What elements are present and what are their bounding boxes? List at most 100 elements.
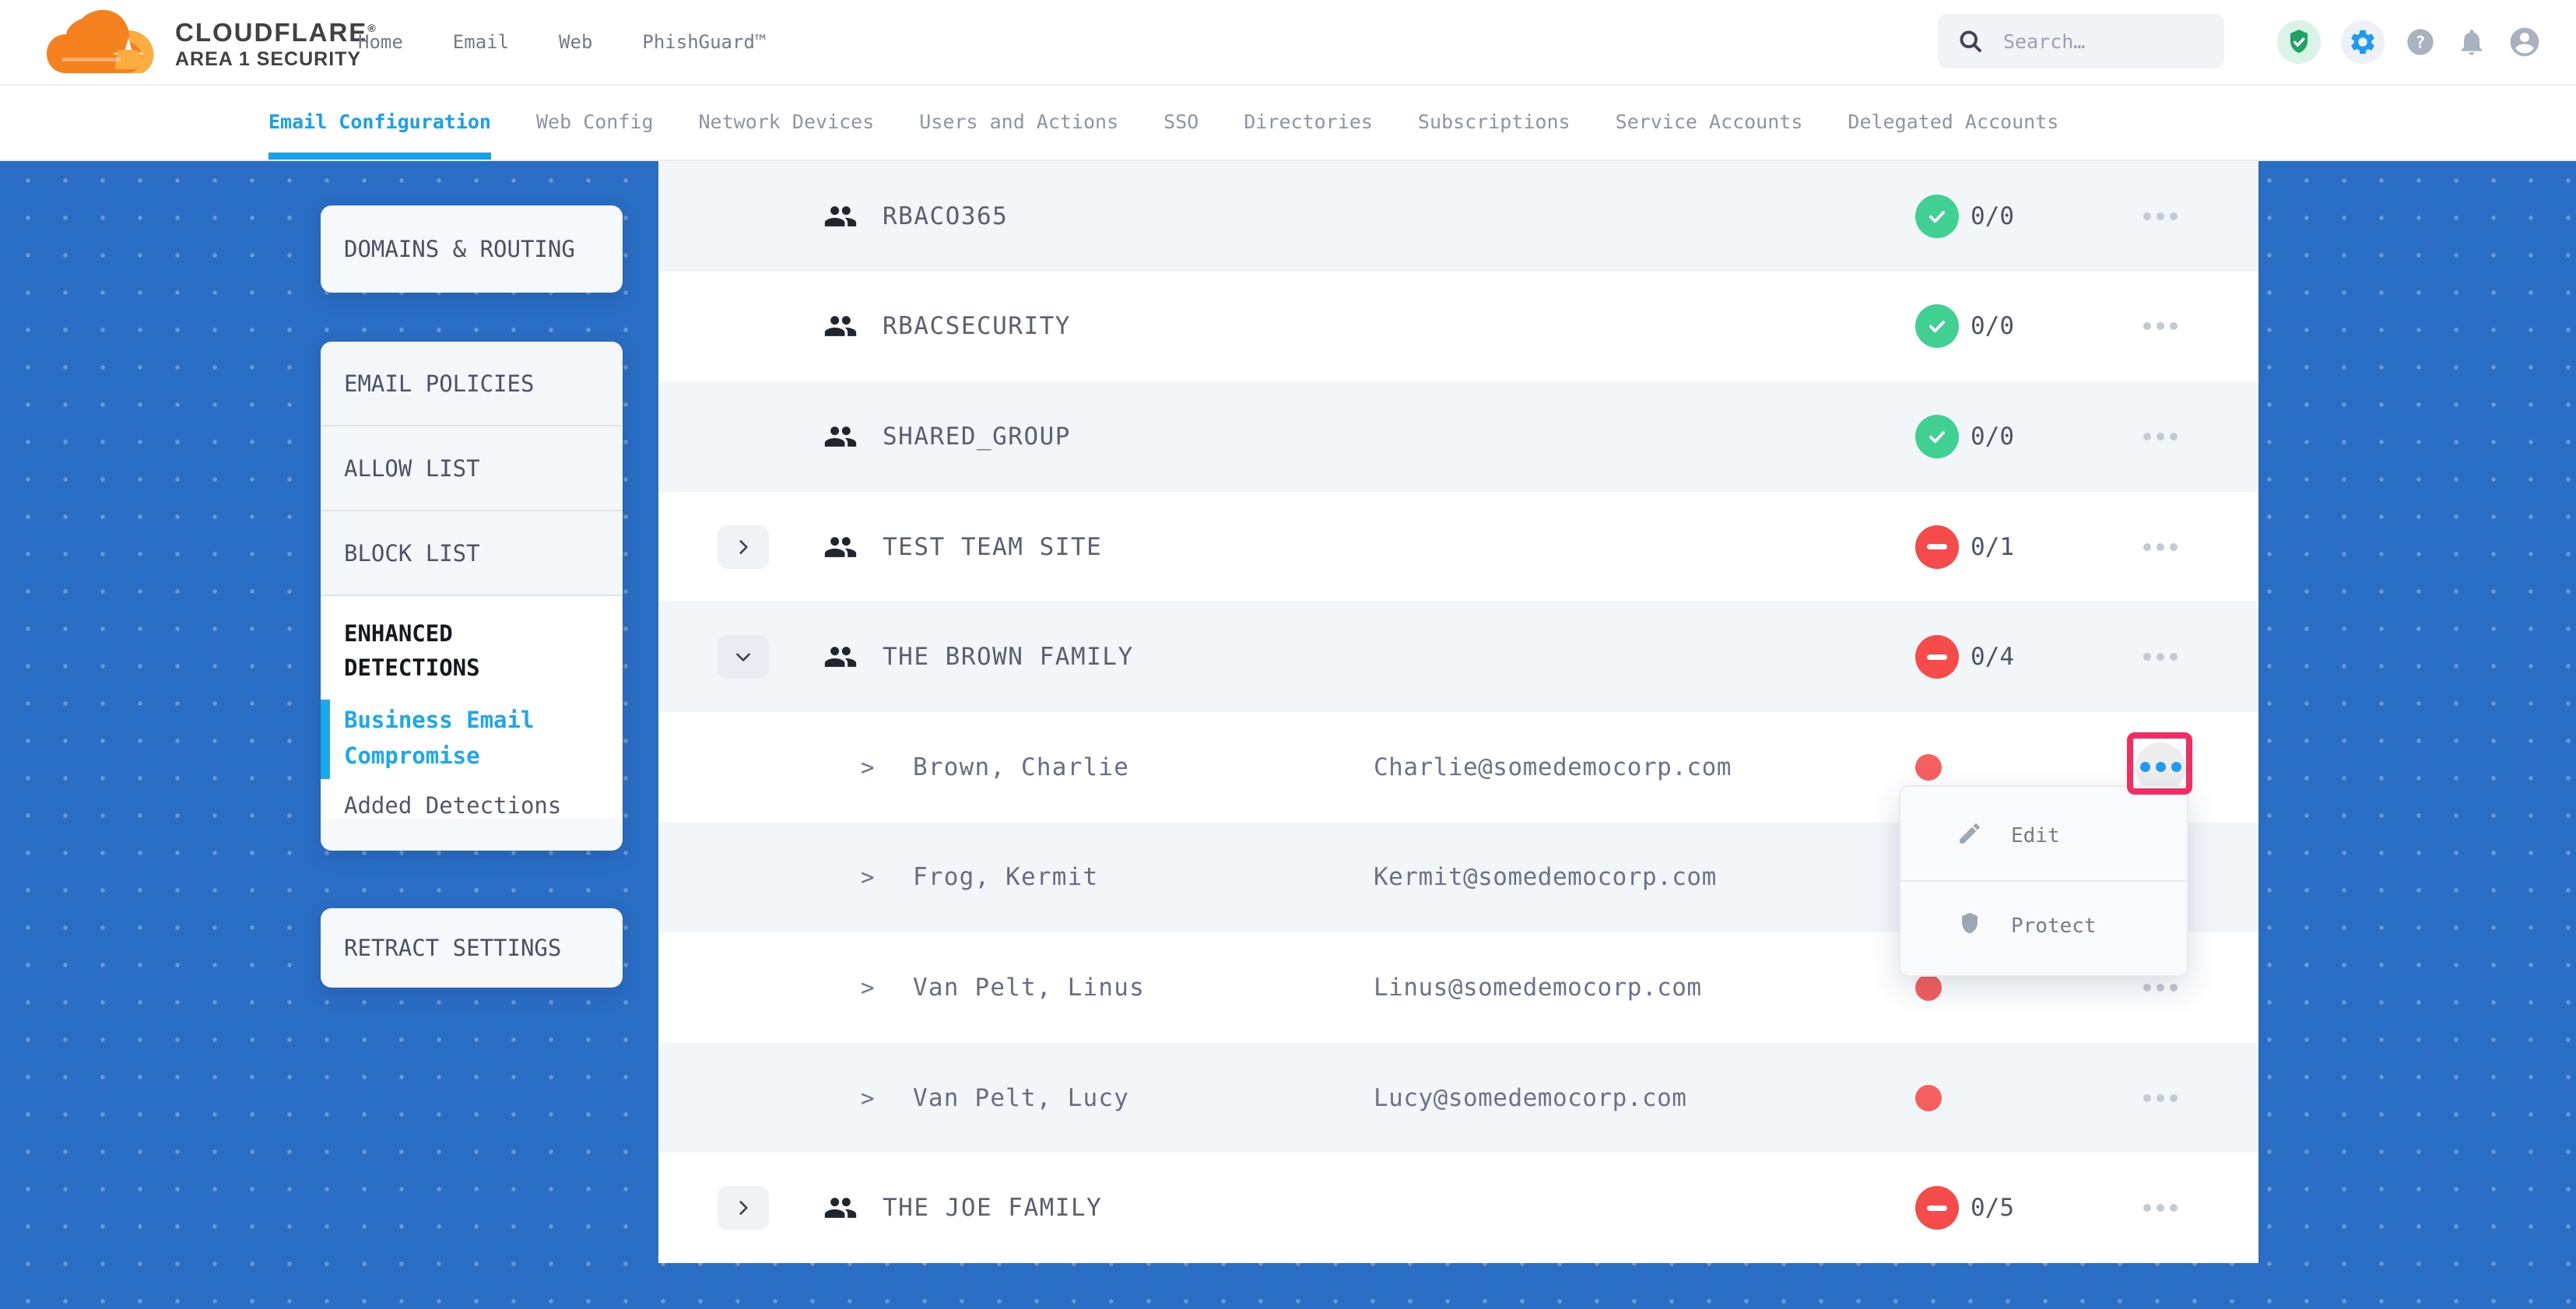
member-name: Van Pelt, Linus bbox=[913, 974, 1145, 1002]
row-menu-button[interactable] bbox=[2136, 632, 2185, 682]
tab-users-and-actions[interactable]: Users and Actions bbox=[919, 84, 1118, 160]
tab-service-accounts[interactable]: Service Accounts bbox=[1616, 84, 1803, 160]
group-icon bbox=[823, 419, 858, 454]
sidebar-item-block-list[interactable]: BLOCK LIST bbox=[321, 511, 623, 596]
top-header: CLOUDFLARE® AREA 1 SECURITY Home Email Web… bbox=[0, 0, 2576, 86]
row-menu-button[interactable] bbox=[2136, 412, 2185, 461]
dot-glyph bbox=[2157, 653, 2164, 661]
sidebar-item-allow-list[interactable]: ALLOW LIST bbox=[321, 426, 623, 511]
member-chevron-icon[interactable]: > bbox=[861, 754, 874, 781]
tab-delegated-accounts[interactable]: Delegated Accounts bbox=[1848, 84, 2058, 160]
tab-sso[interactable]: SSO bbox=[1163, 84, 1199, 160]
group-name: SHARED_GROUP bbox=[883, 423, 1071, 451]
protected-count: 0/0 bbox=[1971, 202, 2014, 230]
sidebar-item-added-detections[interactable]: Added Detections bbox=[344, 792, 599, 819]
status-badge bbox=[1915, 304, 1959, 348]
tab-network-devices[interactable]: Network Devices bbox=[699, 84, 875, 160]
header-icon-cluster: ? bbox=[2277, 0, 2542, 84]
menu-item-protect[interactable]: Protect bbox=[1900, 882, 2187, 970]
dot-glyph bbox=[2170, 1204, 2178, 1212]
menu-item-edit[interactable]: Edit bbox=[1900, 791, 2187, 880]
tab-web-config[interactable]: Web Config bbox=[536, 84, 654, 160]
primary-nav-link-web[interactable]: Web bbox=[559, 31, 592, 53]
dot-glyph bbox=[2143, 433, 2151, 440]
dot-glyph bbox=[2143, 1094, 2151, 1102]
sidebar-policies-card: EMAIL POLICIESALLOW LISTBLOCK LIST ENHAN… bbox=[321, 342, 623, 851]
menu-item-label: Protect bbox=[2011, 914, 2097, 938]
page-background: CLOUDFLARE® AREA 1 SECURITY Home Email Web… bbox=[0, 0, 2576, 1309]
status-badge bbox=[1915, 525, 1959, 569]
minus-glyph bbox=[1927, 544, 1947, 549]
primary-nav-link-phishguard-[interactable]: PhishGuard™ bbox=[642, 31, 766, 53]
search-input[interactable] bbox=[2002, 30, 2192, 54]
dot-glyph bbox=[2157, 984, 2164, 991]
member-email: Kermit@somedemocorp.com bbox=[1374, 863, 1717, 891]
row-menu-button[interactable] bbox=[2136, 522, 2185, 572]
row-menu-button[interactable] bbox=[2136, 301, 2185, 351]
sidebar-item-enhanced-detections[interactable]: ENHANCED DETECTIONS bbox=[344, 616, 599, 685]
protected-count: 0/0 bbox=[1971, 312, 2014, 340]
enhanced-detections-section: ENHANCED DETECTIONS Business Email Compr… bbox=[321, 596, 623, 819]
dot-glyph bbox=[2170, 543, 2178, 551]
dot-glyph bbox=[2157, 543, 2164, 551]
menu-item-label: Edit bbox=[2011, 824, 2060, 848]
dot-glyph bbox=[2157, 212, 2164, 220]
tab-subscriptions[interactable]: Subscriptions bbox=[1418, 84, 1571, 160]
search-box[interactable] bbox=[1938, 14, 2224, 68]
member-status-dot bbox=[1915, 754, 1942, 781]
sidebar-item-domains-routing[interactable]: DOMAINS & ROUTING bbox=[321, 205, 623, 293]
help-icon[interactable]: ? bbox=[2405, 26, 2436, 58]
group-name: TEST TEAM SITE bbox=[883, 533, 1102, 561]
primary-nav-link-email[interactable]: Email bbox=[453, 31, 509, 53]
tab-directories[interactable]: Directories bbox=[1244, 84, 1373, 160]
brand-subtitle: AREA 1 SECURITY bbox=[175, 47, 377, 71]
table-row: RBACSECURITY 0/0 bbox=[658, 272, 2258, 382]
minus-glyph bbox=[1927, 654, 1947, 660]
member-chevron-icon[interactable]: > bbox=[861, 974, 874, 1001]
group-name: RBACO365 bbox=[883, 202, 1008, 230]
bell-icon[interactable] bbox=[2456, 26, 2487, 58]
protected-count: 0/1 bbox=[1971, 533, 2014, 561]
row-menu-button[interactable] bbox=[2136, 191, 2185, 241]
status-badge bbox=[1915, 635, 1959, 679]
sidebar-item-email-policies[interactable]: EMAIL POLICIES bbox=[321, 342, 623, 426]
brand-logo: CLOUDFLARE® AREA 1 SECURITY bbox=[43, 3, 377, 81]
table-row: SHARED_GROUP0/0 bbox=[658, 381, 2258, 492]
brand-text: CLOUDFLARE® AREA 1 SECURITY bbox=[175, 13, 377, 71]
group-icon bbox=[823, 199, 858, 233]
member-chevron-icon[interactable]: > bbox=[861, 1085, 874, 1111]
dot-glyph bbox=[2143, 653, 2151, 661]
member-email: Linus@somedemocorp.com bbox=[1374, 974, 1702, 1002]
shield-icon bbox=[1928, 911, 1983, 942]
expand-button[interactable] bbox=[718, 1186, 769, 1230]
member-name: Frog, Kermit bbox=[913, 863, 1098, 891]
shield-check-icon[interactable] bbox=[2277, 20, 2321, 64]
secondary-nav: Email Configuration Web Config Network Dev… bbox=[0, 84, 2576, 161]
sidebar-label: RETRACT SETTINGS bbox=[321, 935, 561, 961]
collapse-button[interactable] bbox=[718, 635, 769, 679]
svg-text:?: ? bbox=[2415, 33, 2425, 53]
account-icon[interactable] bbox=[2508, 25, 2542, 59]
sidebar-item-retract-settings[interactable]: RETRACT SETTINGS bbox=[321, 908, 623, 988]
table-row: TEST TEAM SITE 0/1 bbox=[658, 492, 2258, 602]
group-name: THE BROWN FAMILY bbox=[883, 643, 1134, 671]
member-email: Charlie@somedemocorp.com bbox=[1374, 753, 1732, 781]
row-menu-button[interactable] bbox=[2136, 1073, 2185, 1123]
expand-button[interactable] bbox=[718, 525, 769, 569]
row-menu-button[interactable] bbox=[2136, 1183, 2185, 1233]
dot-glyph bbox=[2170, 322, 2178, 330]
status-badge bbox=[1915, 1186, 1959, 1230]
tab-email-configuration[interactable]: Email Configuration bbox=[268, 84, 491, 160]
pencil-icon bbox=[1928, 820, 1983, 852]
primary-nav-link-home[interactable]: Home bbox=[358, 31, 403, 53]
dot-glyph bbox=[2143, 1204, 2151, 1212]
group-name: RBACSECURITY bbox=[883, 312, 1071, 340]
gear-icon[interactable] bbox=[2341, 20, 2385, 64]
member-name: Brown, Charlie bbox=[913, 753, 1129, 781]
dot-glyph bbox=[2170, 1094, 2178, 1102]
member-chevron-icon[interactable]: > bbox=[861, 864, 874, 890]
primary-nav: Home Email Web PhishGuard™ bbox=[358, 0, 766, 84]
sidebar-item-business-email-compromise[interactable]: Business Email Compromise bbox=[344, 702, 599, 774]
member-name: Van Pelt, Lucy bbox=[913, 1084, 1129, 1112]
dot-glyph bbox=[2143, 322, 2151, 330]
